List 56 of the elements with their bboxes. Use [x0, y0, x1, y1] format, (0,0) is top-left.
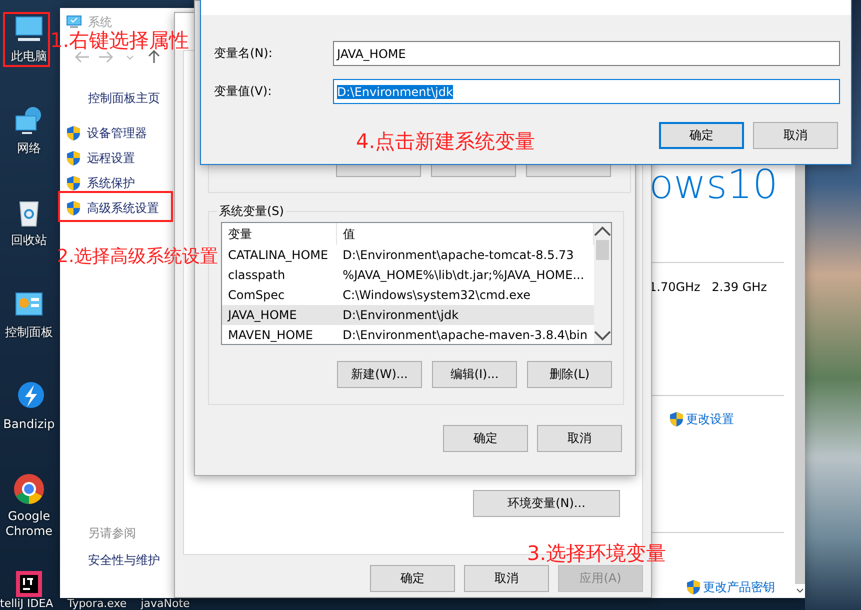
task-link[interactable]: 高级系统设置	[87, 200, 159, 216]
list-row[interactable]: classpath %JAVA_HOME%\lib\dt.jar;%JAVA_HOME...	[222, 265, 594, 285]
dialog-button[interactable]: 编辑(I)...	[432, 361, 517, 388]
list-row[interactable]: ComSpec C:\Windows\system32\cmd.exe	[222, 285, 594, 305]
window-title: 系统	[88, 14, 112, 30]
desktop-icon-label[interactable]: Google Chrome	[0, 509, 58, 539]
variables-list[interactable]	[221, 222, 612, 345]
see-also-heading: 另请参阅	[88, 525, 137, 542]
column-header[interactable]: 变量	[222, 223, 337, 245]
shield-icon	[669, 411, 684, 427]
dialog-button[interactable]: 取消	[753, 122, 838, 149]
task-link[interactable]: 设备管理器	[87, 124, 147, 142]
shield-icon	[686, 579, 701, 595]
desktop-icon-label[interactable]: 网络	[0, 141, 58, 156]
task-link[interactable]: 远程设置	[87, 150, 135, 166]
dialog-button[interactable]: 新建(W)...	[337, 361, 422, 388]
dialog-button[interactable]: 确定	[443, 425, 528, 452]
back-arrow-icon	[74, 50, 90, 64]
scroll-thumb[interactable]	[596, 240, 609, 260]
highlight-box	[3, 12, 50, 67]
desktop-icon-label[interactable]: 回收站	[0, 233, 58, 248]
up-arrow-icon	[146, 50, 162, 64]
dialog-button[interactable]: 取消	[537, 425, 622, 452]
shield-icon	[66, 125, 81, 141]
desktop-icon-label[interactable]: javaNote	[140, 597, 190, 610]
desktop-icon-label[interactable]: Bandizip	[0, 417, 58, 432]
task-link[interactable]: 系统保护	[87, 174, 135, 192]
forward-arrow-icon	[98, 50, 114, 64]
chrome-icon	[12, 472, 46, 506]
text-field[interactable]: D:\Environment\jdk	[333, 79, 840, 104]
scrollbar[interactable]	[594, 223, 611, 344]
shield-icon	[66, 200, 81, 216]
change-settings-link[interactable]: 更改设置	[686, 410, 734, 428]
processor-speed: 1.70GHz 2.39 GHz	[649, 279, 768, 295]
list-row[interactable]: CATALINA_HOME D:\Environment\apache-tomcat-8.5.73	[222, 245, 594, 265]
shield-icon	[66, 175, 81, 191]
annotation-text: 4.点击新建系统变量	[356, 129, 536, 153]
desktop-icon-label[interactable]: 控制面板	[0, 325, 58, 340]
annotation-text: 3.选择环境变量	[527, 541, 666, 565]
desktop-icon-label[interactable]: telliJ IDEA	[0, 597, 54, 610]
field-label: 变量名(N):	[214, 45, 274, 62]
field-label: 变量值(V):	[214, 83, 273, 100]
monitor-check-icon	[66, 15, 82, 29]
group-label: 系统变量(S)	[218, 203, 285, 220]
shield-icon	[66, 150, 81, 166]
dialog-button[interactable]: 确定	[659, 122, 744, 149]
list-row[interactable]: MAVEN_HOME D:\Environment\apache-maven-3.8.4\bin	[222, 325, 594, 345]
desktop-icon-label[interactable]: Typora.exe	[67, 597, 127, 610]
change-product-key-link[interactable]: 更改产品密钥	[703, 578, 775, 596]
environment-variables-button[interactable]: 环境变量(N)...	[473, 490, 620, 517]
desktop-icon-label[interactable]: 此电脑	[0, 49, 58, 64]
dialog-button[interactable]: 确定	[370, 565, 455, 592]
dialog-button[interactable]: 删除(L)	[527, 361, 612, 388]
windows-logo-text: ows10	[649, 165, 779, 205]
dialog-button[interactable]: 取消	[464, 565, 549, 592]
text-field[interactable]: JAVA_HOME	[333, 41, 840, 66]
